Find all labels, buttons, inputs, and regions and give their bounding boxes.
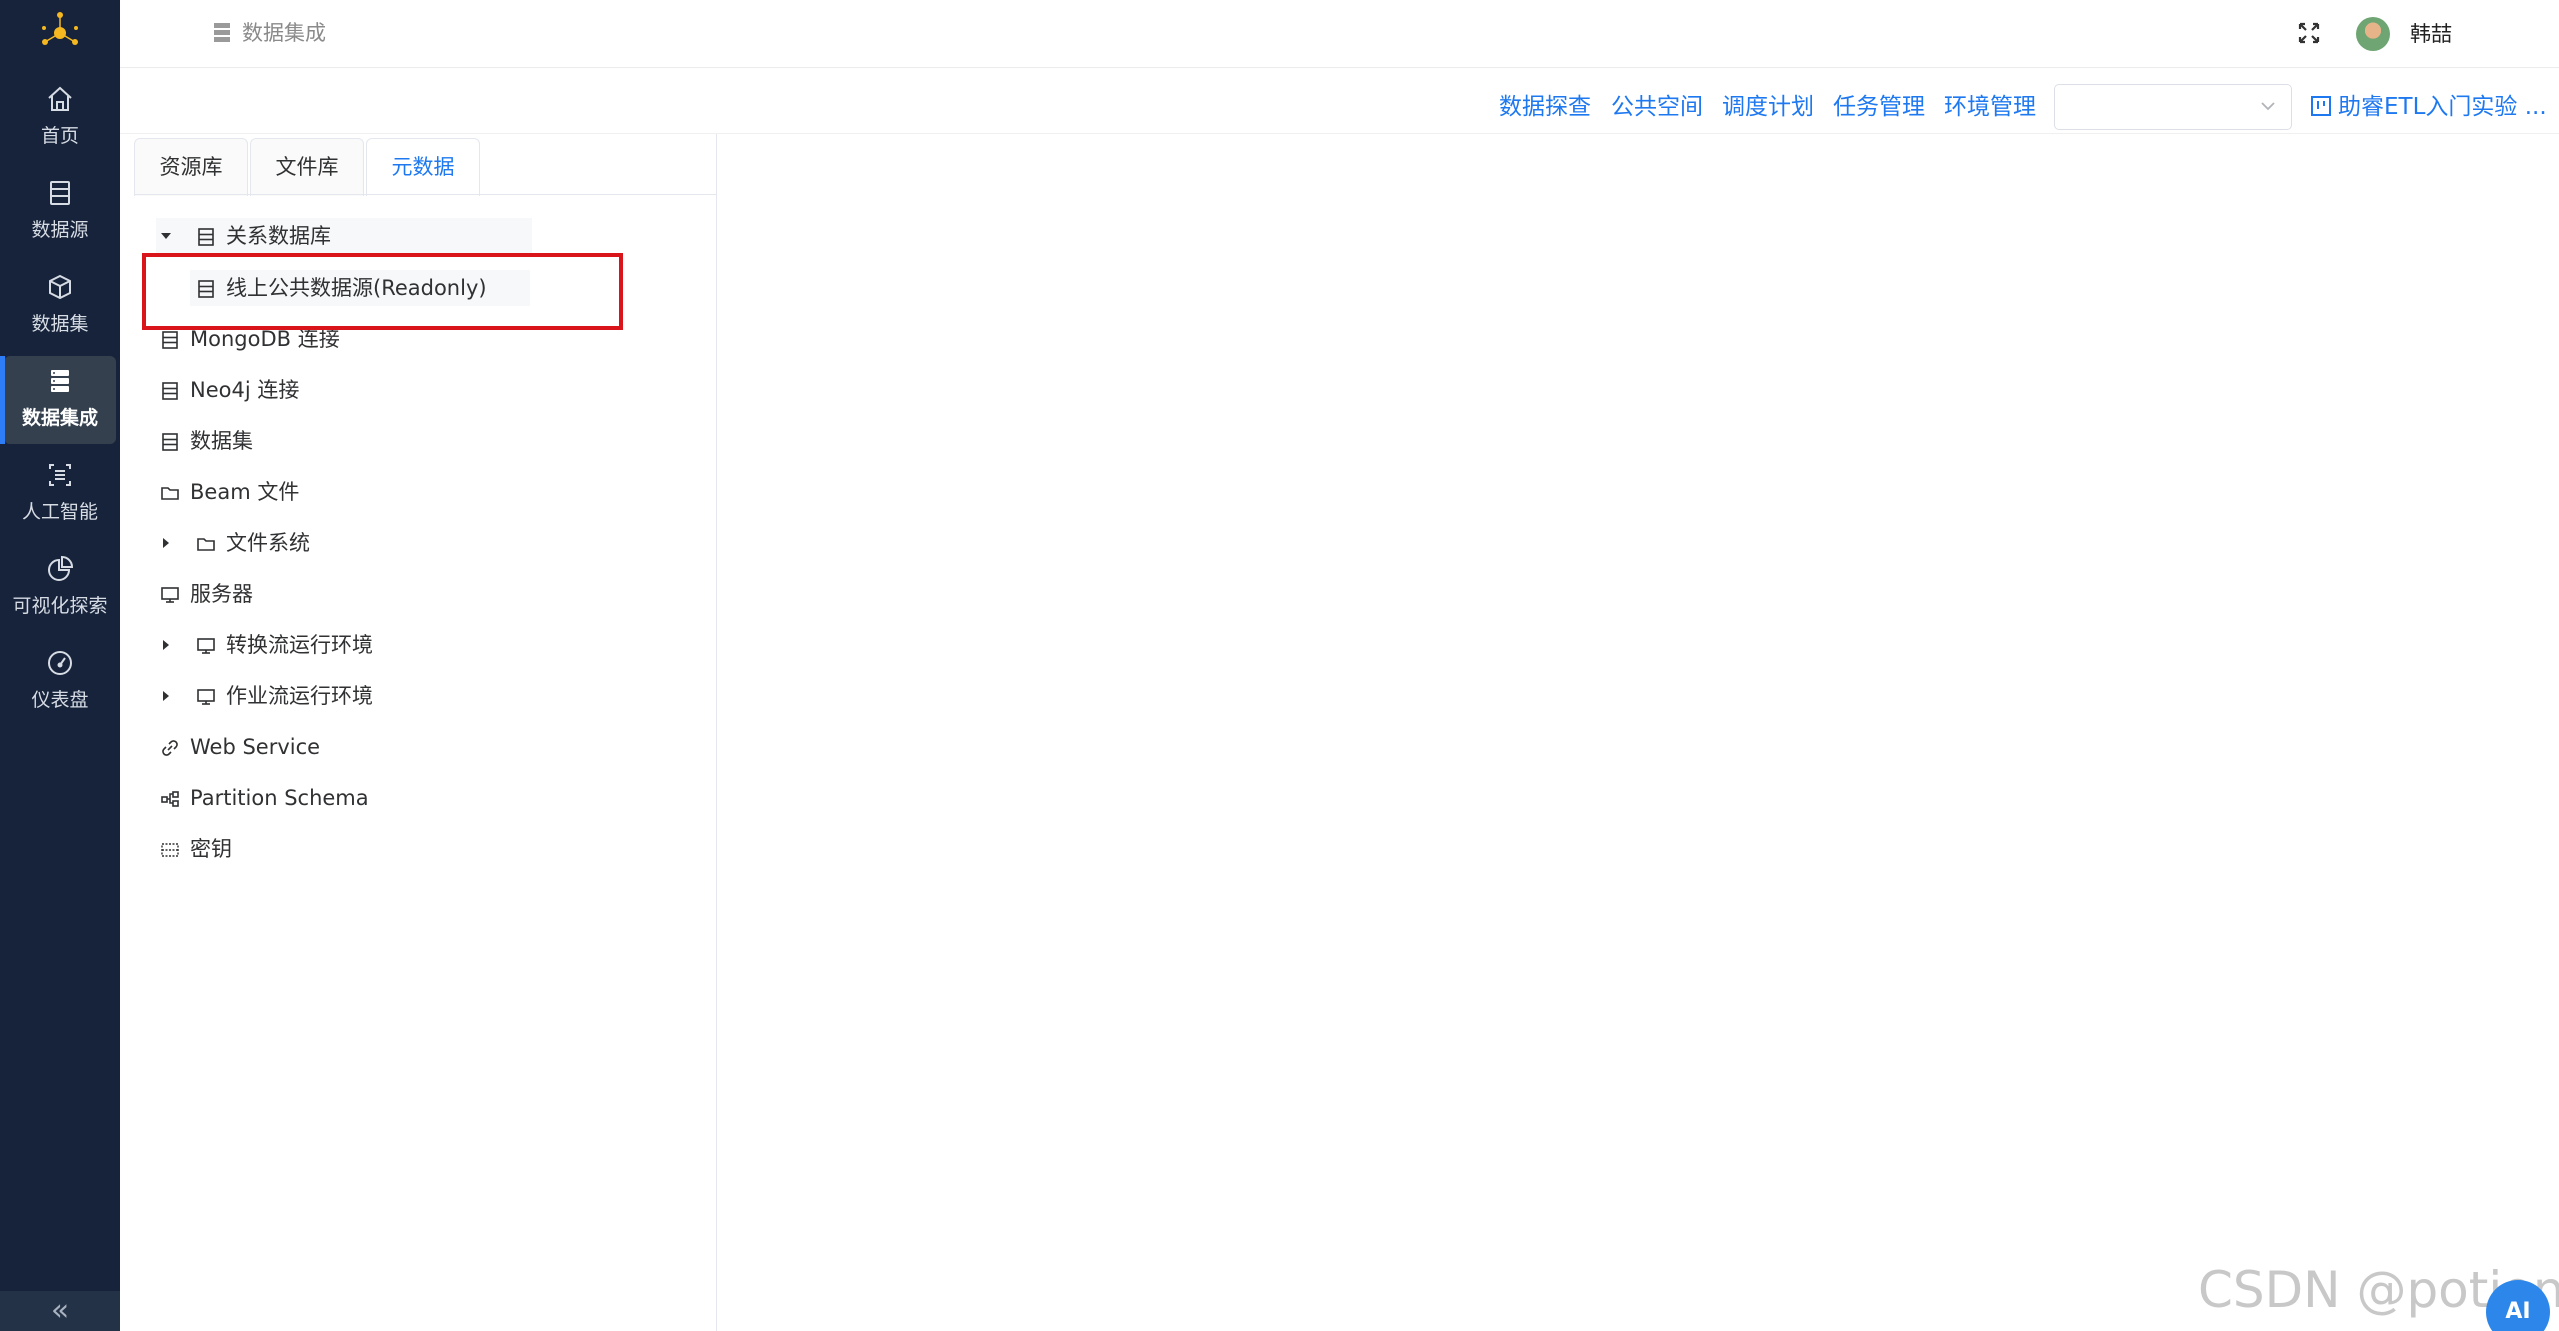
tree-node-dataset[interactable]: 数据集 bbox=[156, 423, 456, 459]
tree-node-label: 密钥 bbox=[190, 837, 232, 861]
tree-node-file-system[interactable]: 文件系统 bbox=[156, 525, 456, 561]
caret-right-icon bbox=[163, 640, 169, 650]
pie-chart-icon bbox=[48, 555, 74, 581]
database-icon bbox=[198, 228, 214, 246]
key-icon bbox=[161, 843, 179, 857]
tree-node-label: 服务器 bbox=[190, 582, 253, 606]
nav-link-schedule-plan[interactable]: 调度计划 bbox=[1722, 92, 1814, 122]
app-root: 首页 数据源 数据集 数据集成 人工智能 可视化探索 仪表盘 « 数据集成 韩喆… bbox=[0, 0, 2559, 1331]
chevron-down-icon bbox=[2261, 102, 2275, 111]
monitor-icon bbox=[161, 587, 179, 603]
avatar[interactable] bbox=[2356, 17, 2390, 51]
sidebar-item-home[interactable]: 首页 bbox=[4, 74, 116, 162]
tree-node-label: MongoDB 连接 bbox=[190, 327, 340, 351]
tree-node-server[interactable]: 服务器 bbox=[156, 576, 456, 612]
nav-link-public-space[interactable]: 公共空间 bbox=[1611, 92, 1703, 122]
tree-node-label: 作业流运行环境 bbox=[226, 684, 373, 708]
sidebar-collapse-button[interactable]: « bbox=[0, 1291, 120, 1331]
divider bbox=[134, 194, 717, 195]
caret-down-icon bbox=[161, 233, 171, 239]
tree-node-label: 文件系统 bbox=[226, 531, 310, 555]
database-icon bbox=[162, 331, 178, 349]
sidebar-item-ai[interactable]: 人工智能 bbox=[4, 450, 116, 538]
database-icon bbox=[162, 382, 178, 400]
database-icon bbox=[50, 181, 70, 205]
sidebar-item-label: 首页 bbox=[40, 125, 79, 147]
gauge-icon bbox=[48, 651, 72, 675]
database-icon bbox=[162, 433, 178, 451]
nav-link-data-explore[interactable]: 数据探查 bbox=[1499, 92, 1591, 122]
project-link-label: 助睿ETL入门实验 ... bbox=[2338, 94, 2547, 120]
link-icon bbox=[162, 740, 178, 756]
sidebar-item-label: 可视化探索 bbox=[12, 595, 108, 617]
sidebar-item-visual-explore[interactable]: 可视化探索 bbox=[4, 544, 116, 632]
project-link[interactable]: 助睿ETL入门实验 ... bbox=[2310, 92, 2547, 122]
tab-file-repo[interactable]: 文件库 bbox=[250, 138, 364, 196]
tree-node-label: Partition Schema bbox=[190, 786, 369, 810]
tree-node-mongodb[interactable]: MongoDB 连接 bbox=[156, 321, 456, 357]
nav-link-env-manage[interactable]: 环境管理 bbox=[1944, 92, 2036, 122]
tree-node-beam-file[interactable]: Beam 文件 bbox=[156, 474, 456, 510]
fullscreen-icon[interactable] bbox=[2296, 20, 2322, 46]
monitor-icon bbox=[197, 638, 215, 654]
stack-icon bbox=[214, 23, 230, 42]
tree-node-online-public-source[interactable]: 线上公共数据源(Readonly) bbox=[190, 270, 530, 306]
tab-metadata[interactable]: 元数据 bbox=[366, 138, 480, 196]
sidebar-item-dashboard[interactable]: 仪表盘 bbox=[4, 638, 116, 726]
tree-node-web-service[interactable]: Web Service bbox=[156, 729, 456, 765]
tree-node-label: Neo4j 连接 bbox=[190, 378, 300, 402]
ai-icon bbox=[49, 464, 71, 486]
cube-icon bbox=[49, 274, 71, 300]
home-icon bbox=[48, 86, 72, 111]
tab-resource-repo[interactable]: 资源库 bbox=[134, 138, 248, 196]
tree-node-neo4j[interactable]: Neo4j 连接 bbox=[156, 372, 456, 408]
project-icon bbox=[2311, 96, 2331, 116]
nav-link-task-manage[interactable]: 任务管理 bbox=[1833, 92, 1925, 122]
sidebar-item-data-integration[interactable]: 数据集成 bbox=[0, 356, 116, 444]
environment-select[interactable] bbox=[2054, 84, 2292, 130]
partition-icon bbox=[161, 791, 179, 807]
sidebar: 首页 数据源 数据集 数据集成 人工智能 可视化探索 仪表盘 « bbox=[0, 0, 120, 1331]
monitor-icon bbox=[197, 689, 215, 705]
caret-right-icon bbox=[163, 538, 169, 548]
database-icon bbox=[198, 280, 214, 298]
sidebar-item-label: 数据集 bbox=[31, 313, 89, 335]
tree-node-relational-db[interactable]: 关系数据库 bbox=[156, 218, 532, 254]
header: 数据集成 韩喆 bbox=[120, 0, 2559, 68]
sidebar-item-label: 数据源 bbox=[31, 219, 89, 241]
tree-node-secret[interactable]: 密钥 bbox=[156, 831, 456, 867]
breadcrumb: 数据集成 bbox=[242, 21, 326, 45]
sidebar-item-label: 数据集成 bbox=[21, 407, 98, 429]
sidebar-item-dataset[interactable]: 数据集 bbox=[4, 262, 116, 350]
app-logo[interactable] bbox=[0, 0, 120, 70]
tree-node-label: Beam 文件 bbox=[190, 480, 300, 504]
caret-right-icon bbox=[163, 691, 169, 701]
tree-node-job-env[interactable]: 作业流运行环境 bbox=[156, 678, 476, 714]
folder-icon bbox=[161, 487, 179, 500]
sidebar-item-label: 仪表盘 bbox=[31, 689, 89, 711]
sidebar-item-datasource[interactable]: 数据源 bbox=[4, 168, 116, 256]
sidebar-item-label: 人工智能 bbox=[21, 501, 98, 523]
tree-node-label: 数据集 bbox=[190, 429, 253, 453]
tree-node-transform-env[interactable]: 转换流运行环境 bbox=[156, 627, 476, 663]
tree-node-label: Web Service bbox=[190, 735, 321, 759]
tree-node-label: 关系数据库 bbox=[226, 224, 331, 248]
stack-icon bbox=[51, 370, 69, 392]
folder-icon bbox=[197, 538, 215, 551]
tree-node-partition-schema[interactable]: Partition Schema bbox=[156, 780, 456, 816]
username[interactable]: 韩喆 bbox=[2410, 19, 2452, 49]
tree-node-label: 线上公共数据源(Readonly) bbox=[226, 276, 487, 300]
tree-node-label: 转换流运行环境 bbox=[226, 633, 373, 657]
